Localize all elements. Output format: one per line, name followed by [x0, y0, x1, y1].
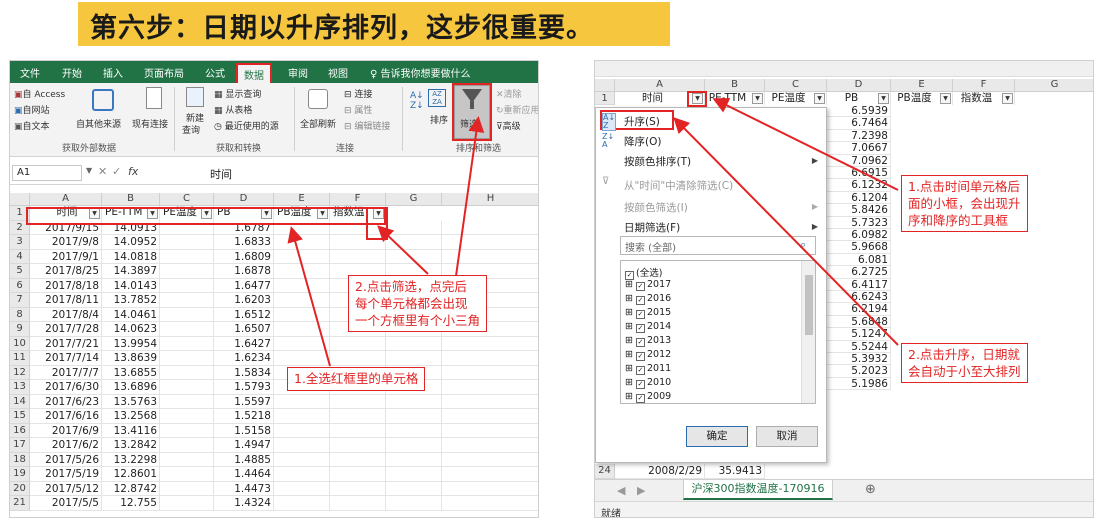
arrow-to-dropdown	[377, 225, 429, 275]
arrow-to-filter	[455, 116, 485, 277]
arrow-to-header	[287, 226, 331, 367]
arrow-to-ascending	[673, 117, 899, 346]
arrow-to-time-dropdown	[712, 98, 899, 191]
annotation-arrows	[287, 98, 899, 367]
